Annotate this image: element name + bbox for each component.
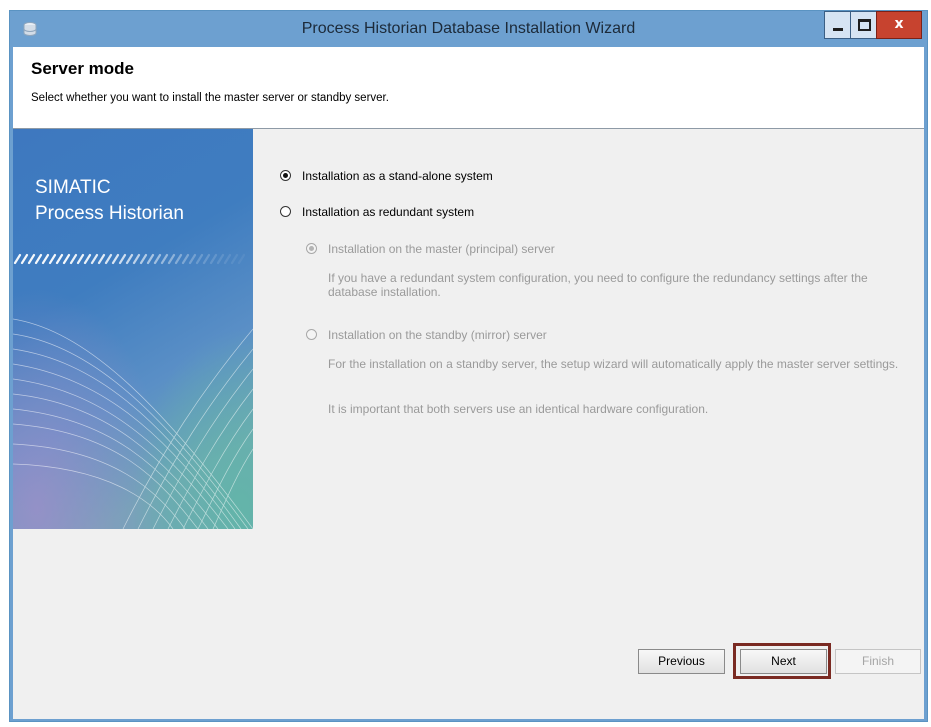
radio-standby-server[interactable] <box>306 329 317 340</box>
previous-button[interactable]: Previous <box>638 649 725 674</box>
close-button[interactable]: x <box>876 11 922 39</box>
maximize-button[interactable] <box>850 11 877 39</box>
master-description: If you have a redundant system configura… <box>328 271 868 299</box>
close-icon: x <box>894 16 904 32</box>
minimize-button[interactable] <box>824 11 851 39</box>
title-bar[interactable]: Process Historian Database Installation … <box>10 11 927 47</box>
finish-button[interactable]: Finish <box>835 649 921 674</box>
radio-standalone[interactable] <box>280 170 291 181</box>
radio-redundant[interactable] <box>280 206 291 217</box>
page-subtitle: Select whether you want to install the m… <box>31 92 389 104</box>
maximize-icon <box>858 19 871 31</box>
option-master-label[interactable]: Installation on the master (principal) s… <box>328 242 555 256</box>
installer-window: Process Historian Database Installation … <box>9 10 928 722</box>
window-title: Process Historian Database Installation … <box>301 20 636 37</box>
option-standby-label[interactable]: Installation on the standby (mirror) ser… <box>328 328 547 342</box>
minimize-icon <box>833 28 843 31</box>
simatic-banner: SIMATIC Process Historian <box>13 129 253 529</box>
page-title: Server mode <box>31 59 134 78</box>
standby-description: For the installation on a standby server… <box>328 357 899 371</box>
next-button-highlight <box>733 643 831 679</box>
banner-product: Process Historian <box>35 203 184 224</box>
wizard-header: Server mode Select whether you want to i… <box>13 47 924 129</box>
hardware-note: It is important that both servers use an… <box>328 402 709 416</box>
wizard-content: SIMATIC Process Historian Installation a… <box>13 129 924 719</box>
option-standalone-label[interactable]: Installation as a stand-alone system <box>302 169 493 183</box>
option-redundant-label[interactable]: Installation as redundant system <box>302 205 474 219</box>
banner-brand: SIMATIC <box>35 177 111 198</box>
radio-master-server[interactable] <box>306 243 317 254</box>
